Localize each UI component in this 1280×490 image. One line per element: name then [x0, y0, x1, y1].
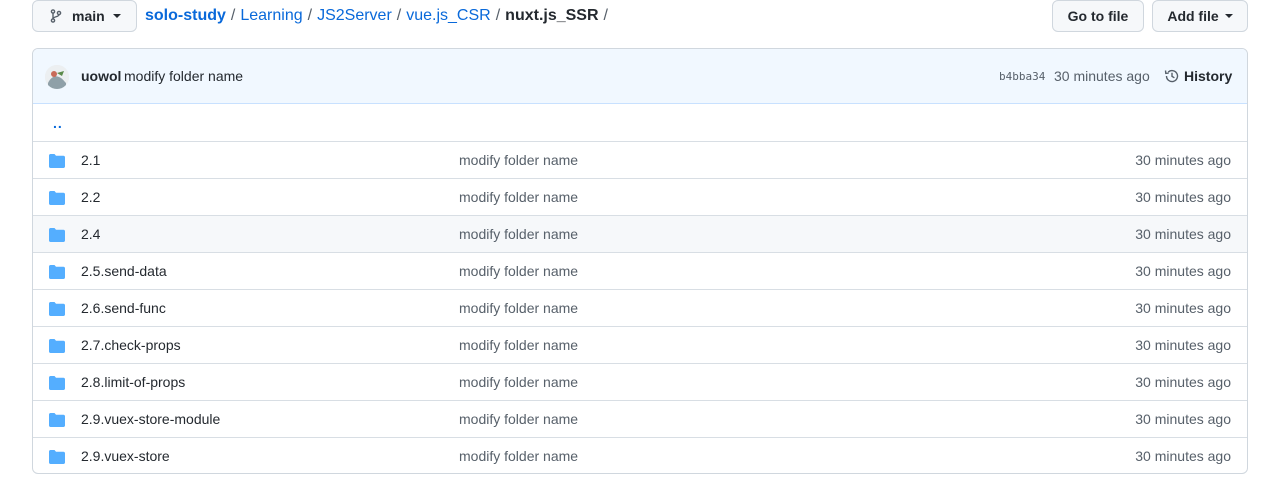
breadcrumb-link-learning[interactable]: Learning: [240, 7, 302, 25]
file-commit-time: 30 minutes ago: [1135, 374, 1231, 390]
breadcrumb: solo-study / Learning / JS2Server / vue.…: [145, 0, 613, 32]
folder-icon: [49, 413, 65, 427]
history-link[interactable]: History: [1164, 68, 1232, 84]
parent-directory-link[interactable]: ..: [53, 115, 63, 131]
folder-icon: [49, 302, 65, 316]
file-commit-time: 30 minutes ago: [1135, 263, 1231, 279]
file-row[interactable]: 2.1 modify folder name 30 minutes ago: [33, 141, 1247, 178]
file-name-link[interactable]: 2.9.vuex-store-module: [81, 411, 220, 427]
file-name-link[interactable]: 2.6.send-func: [81, 300, 166, 316]
file-name-link[interactable]: 2.1: [81, 152, 100, 168]
file-row[interactable]: 2.2 modify folder name 30 minutes ago: [33, 178, 1247, 215]
parent-directory-row[interactable]: ..: [33, 104, 1247, 141]
file-row[interactable]: 2.5.send-data modify folder name 30 minu…: [33, 252, 1247, 289]
folder-icon: [49, 450, 65, 464]
folder-icon: [49, 339, 65, 353]
file-name-link[interactable]: 2.2: [81, 189, 100, 205]
file-commit-message-link[interactable]: modify folder name: [459, 337, 578, 353]
folder-icon: [49, 154, 65, 168]
folder-icon: [49, 228, 65, 242]
file-commit-message-link[interactable]: modify folder name: [459, 226, 578, 242]
add-file-label: Add file: [1167, 8, 1219, 24]
file-commit-time: 30 minutes ago: [1135, 226, 1231, 242]
repo-topbar: main solo-study / Learning / JS2Server /…: [32, 0, 1248, 32]
breadcrumb-separator: /: [396, 7, 402, 24]
history-label: History: [1184, 68, 1233, 84]
breadcrumb-link-vuejs-csr[interactable]: vue.js_CSR: [406, 7, 490, 25]
add-file-button[interactable]: Add file: [1152, 0, 1248, 32]
file-row[interactable]: 2.9.vuex-store-module modify folder name…: [33, 400, 1247, 437]
file-commit-message-link[interactable]: modify folder name: [459, 448, 578, 464]
commit-message-link[interactable]: modify folder name: [124, 68, 243, 84]
breadcrumb-separator: /: [495, 7, 501, 24]
breadcrumb-separator: /: [603, 7, 608, 24]
file-row[interactable]: 2.7.check-props modify folder name 30 mi…: [33, 326, 1247, 363]
file-name-link[interactable]: 2.7.check-props: [81, 337, 181, 353]
commit-time: 30 minutes ago: [1054, 68, 1150, 84]
folder-icon: [49, 191, 65, 205]
file-commit-time: 30 minutes ago: [1135, 300, 1231, 316]
file-commit-time: 30 minutes ago: [1135, 448, 1231, 464]
git-branch-icon: [50, 9, 62, 23]
file-commit-time: 30 minutes ago: [1135, 411, 1231, 427]
breadcrumb-current: nuxt.js_SSR: [505, 7, 599, 24]
file-name-link[interactable]: 2.4: [81, 226, 100, 242]
file-commit-message-link[interactable]: modify folder name: [459, 411, 578, 427]
file-name-link[interactable]: 2.8.limit-of-props: [81, 374, 185, 390]
folder-icon: [49, 376, 65, 390]
file-row[interactable]: 2.9.vuex-store modify folder name 30 min…: [33, 437, 1247, 473]
file-commit-message-link[interactable]: modify folder name: [459, 189, 578, 205]
folder-icon: [49, 265, 65, 279]
breadcrumb-link-js2server[interactable]: JS2Server: [317, 7, 392, 25]
file-commit-time: 30 minutes ago: [1135, 152, 1231, 168]
file-commit-message-link[interactable]: modify folder name: [459, 152, 578, 168]
go-to-file-button[interactable]: Go to file: [1052, 0, 1144, 32]
latest-commit-bar: uowol modify folder name b4bba34 30 minu…: [33, 49, 1247, 104]
branch-selector-button[interactable]: main: [32, 0, 137, 32]
file-commit-message-link[interactable]: modify folder name: [459, 263, 578, 279]
chevron-down-icon: [112, 14, 121, 18]
file-list-box: uowol modify folder name b4bba34 30 minu…: [32, 48, 1248, 474]
file-name-link[interactable]: 2.5.send-data: [81, 263, 167, 279]
file-commit-time: 30 minutes ago: [1135, 189, 1231, 205]
file-commit-message-link[interactable]: modify folder name: [459, 300, 578, 316]
file-row[interactable]: 2.4 modify folder name 30 minutes ago: [33, 215, 1247, 252]
branch-label: main: [72, 8, 105, 24]
go-to-file-label: Go to file: [1067, 8, 1129, 24]
avatar[interactable]: [45, 65, 69, 89]
file-name-link[interactable]: 2.9.vuex-store: [81, 448, 170, 464]
commit-author-link[interactable]: uowol: [81, 68, 121, 84]
file-commit-message-link[interactable]: modify folder name: [459, 374, 578, 390]
file-row[interactable]: 2.6.send-func modify folder name 30 minu…: [33, 289, 1247, 326]
commit-sha-link[interactable]: b4bba34: [999, 70, 1045, 83]
breadcrumb-root-link[interactable]: solo-study: [145, 7, 226, 25]
avatar-image-icon: [45, 65, 69, 89]
history-icon: [1164, 69, 1179, 83]
file-row[interactable]: 2.8.limit-of-props modify folder name 30…: [33, 363, 1247, 400]
chevron-down-icon: [1224, 14, 1233, 18]
breadcrumb-separator: /: [230, 7, 236, 24]
breadcrumb-separator: /: [307, 7, 313, 24]
file-commit-time: 30 minutes ago: [1135, 337, 1231, 353]
